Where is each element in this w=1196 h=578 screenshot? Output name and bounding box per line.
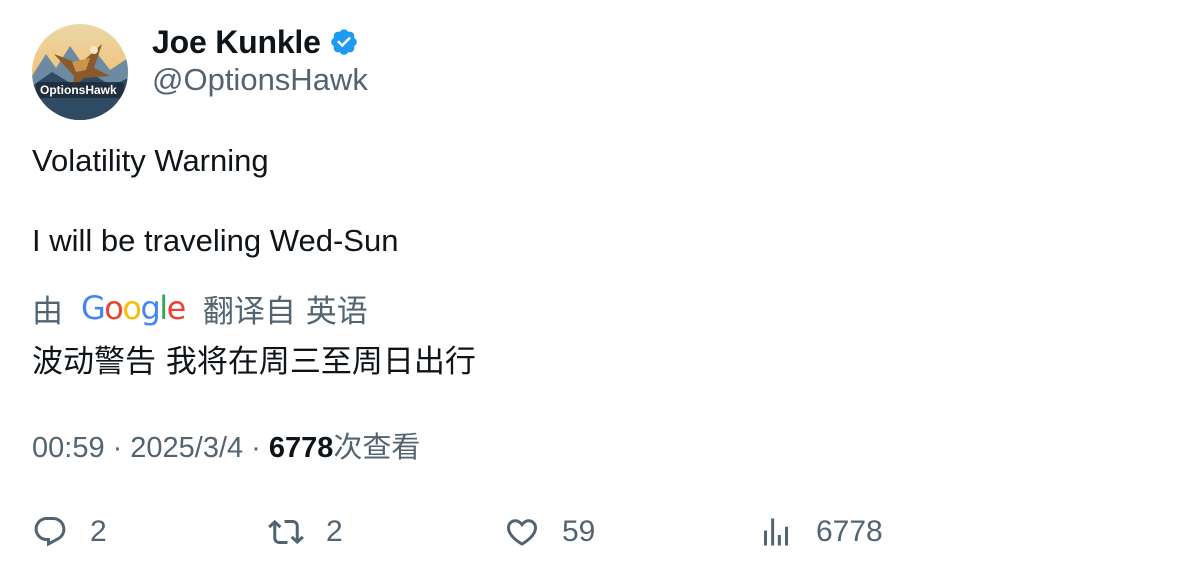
author-handle[interactable]: @OptionsHawk xyxy=(152,62,368,98)
translation-attribution: 由 Google 翻译自 英语 xyxy=(32,286,368,331)
tweet-text-line-1: Volatility Warning xyxy=(32,143,269,178)
analytics-icon xyxy=(764,518,788,546)
avatar-image: OptionsHawk xyxy=(32,24,128,120)
translation-prefix: 由 xyxy=(32,293,63,330)
reply-button[interactable]: 2 xyxy=(32,508,107,556)
meta-separator: · xyxy=(112,432,123,464)
author-name-row: Joe Kunkle xyxy=(152,22,359,62)
tweet-meta: 00:59 · 2025/3/4 · 6778 次查看 xyxy=(32,424,420,466)
views-count: 6778 xyxy=(268,432,334,464)
translated-text: 波动警告 我将在周三至周日出行 xyxy=(32,344,476,380)
tweet-time[interactable]: 00:59 xyxy=(32,432,105,465)
like-button[interactable]: 59 xyxy=(504,508,595,556)
reply-count: 2 xyxy=(90,515,107,548)
verified-badge-icon xyxy=(329,27,359,57)
views-action-count: 6778 xyxy=(816,515,883,548)
action-bar: 2 2 59 6778 xyxy=(32,508,1172,556)
meta-separator: · xyxy=(251,432,261,464)
avatar-logo-text: OptionsHawk xyxy=(40,83,117,97)
tweet-text-line-2: I will be traveling Wed-Sun xyxy=(32,223,399,258)
retweet-button[interactable]: 2 xyxy=(268,508,343,556)
retweet-icon xyxy=(268,519,304,545)
avatar[interactable]: OptionsHawk xyxy=(32,24,128,120)
tweet-date[interactable]: 2025/3/4 xyxy=(130,432,243,465)
views-button[interactable]: 6778 xyxy=(758,508,883,556)
google-logo: Google xyxy=(81,289,186,327)
views-label: 次查看 xyxy=(333,430,421,464)
reply-icon xyxy=(34,517,66,547)
like-count: 59 xyxy=(562,515,596,548)
author-display-name[interactable]: Joe Kunkle xyxy=(152,24,321,61)
retweet-count: 2 xyxy=(326,515,343,548)
translated-from-label[interactable]: 翻译自 英语 xyxy=(203,286,368,331)
heart-icon xyxy=(506,519,538,546)
